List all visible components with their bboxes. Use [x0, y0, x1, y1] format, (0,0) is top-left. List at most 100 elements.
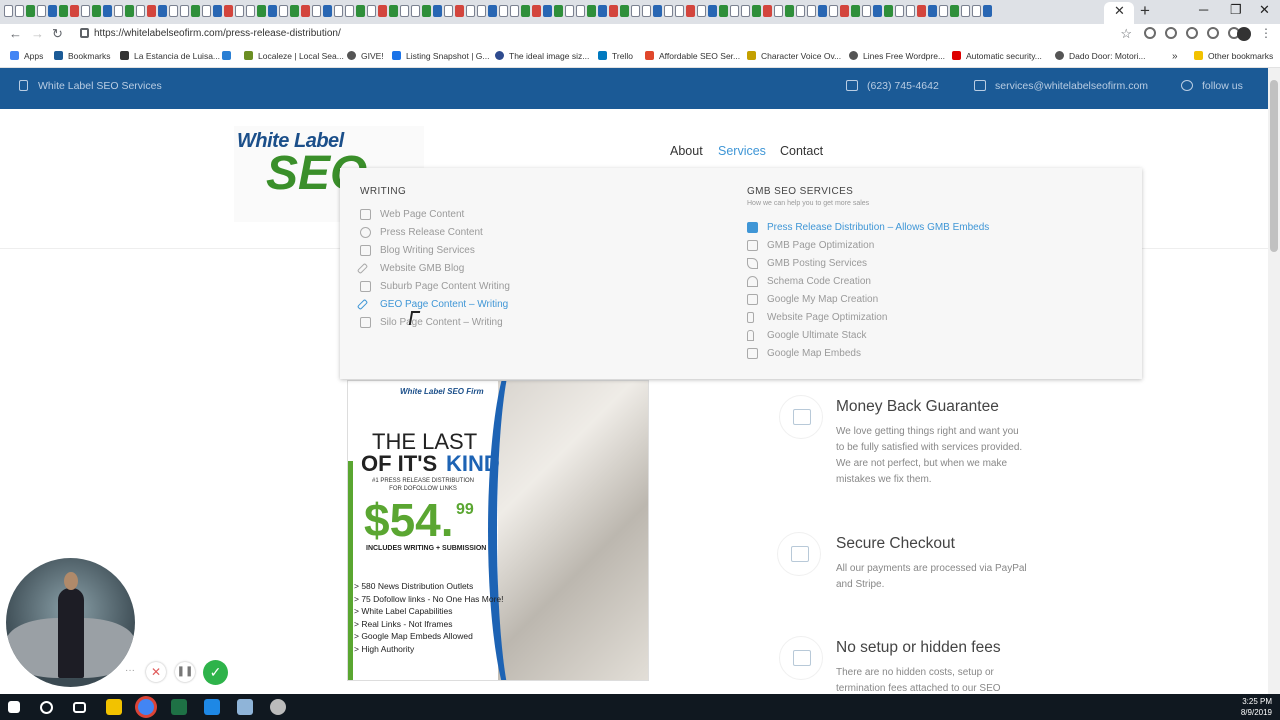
bookmark-affordable-seo[interactable]: Affordable SEO Ser...	[645, 51, 740, 61]
press-release-ad-image: White Label SEO Firm THE LAST OF IT'S KI…	[347, 380, 649, 681]
menu-writing-title: WRITING	[360, 186, 407, 197]
cancel-recording-icon[interactable]: ✕	[146, 662, 166, 682]
ad-headline-2a: OF IT'S	[361, 451, 438, 476]
ad-bullet: > Google Map Embeds Allowed	[354, 631, 473, 641]
more-options-icon[interactable]: ···	[122, 664, 138, 680]
send-icon	[747, 258, 758, 269]
bookmark-ideal-image[interactable]: The ideal image siz...	[495, 51, 589, 61]
url-text[interactable]: https://whitelabelseofirm.com/press-rele…	[94, 28, 341, 39]
bookmark-automatic-security[interactable]: Automatic security...	[952, 51, 1042, 61]
browser-toolbar: ← → ↻ https://whitelabelseofirm.com/pres…	[0, 24, 1280, 46]
notepad-icon[interactable]	[237, 699, 253, 715]
menu-item-google-map-embeds[interactable]: Google Map Embeds	[747, 348, 861, 359]
wifi-icon	[747, 276, 758, 287]
tab-favicons[interactable]	[4, 5, 1104, 19]
nav-services[interactable]: Services	[718, 144, 766, 158]
address-bar[interactable]: https://whitelabelseofirm.com/press-rele…	[74, 25, 1134, 45]
menu-item-geo-page-content[interactable]: GEO Page Content – Writing	[356, 298, 508, 311]
menu-item-google-ultimate-stack[interactable]: Google Ultimate Stack	[747, 330, 867, 341]
menu-item-silo-page-content[interactable]: Silo Page Content – Writing	[360, 317, 503, 328]
sliders-icon	[747, 240, 758, 251]
extension-icons[interactable]	[1144, 27, 1240, 39]
bookmark-character-voice[interactable]: Character Voice Ov...	[747, 51, 841, 61]
layout-icon	[747, 348, 758, 359]
newspaper-icon	[360, 245, 371, 256]
scrollbar-thumb[interactable]	[1270, 80, 1278, 252]
menu-item-schema-code[interactable]: Schema Code Creation	[747, 276, 871, 287]
bookmark-apps[interactable]: Apps	[10, 51, 43, 61]
bookmark-trello[interactable]: Trello	[598, 51, 633, 61]
restore-icon[interactable]: ❐	[1230, 2, 1242, 18]
menu-item-google-my-map[interactable]: Google My Map Creation	[747, 294, 878, 305]
cortana-search-icon[interactable]	[40, 701, 53, 714]
mail-icon	[974, 80, 986, 91]
webcam-overlay	[6, 558, 135, 687]
phone-link[interactable]: (623) 745-4642	[867, 80, 939, 92]
menu-kebab-icon[interactable]: ⋮	[1260, 26, 1272, 40]
flask-icon	[747, 330, 754, 341]
app-icon[interactable]	[270, 699, 286, 715]
chrome-icon[interactable]	[138, 699, 154, 715]
brand-name[interactable]: White Label SEO Services	[38, 80, 162, 92]
nav-about[interactable]: About	[670, 144, 703, 158]
back-icon[interactable]: ←	[9, 26, 22, 41]
bookmark-lines-free[interactable]: Lines Free Wordpre...	[849, 51, 945, 61]
menu-item-blog-writing[interactable]: Blog Writing Services	[360, 245, 475, 256]
profile-avatar-icon[interactable]	[1237, 27, 1251, 41]
megaphone-icon	[747, 222, 758, 233]
ad-bullet: > 580 News Distribution Outlets	[354, 581, 474, 591]
reload-icon[interactable]: ↻	[52, 26, 63, 42]
tools-icon	[779, 636, 823, 680]
new-tab-icon[interactable]: +	[1140, 1, 1150, 21]
wallet-icon	[779, 395, 823, 439]
file-explorer-icon[interactable]	[106, 699, 122, 715]
minimize-icon[interactable]: ─	[1199, 2, 1208, 17]
sitemap-icon	[747, 312, 754, 323]
ad-bullet: > High Authority	[354, 644, 415, 654]
ad-subtitle: #1 PRESS RELEASE DISTRIBUTION FOR DOFOLL…	[371, 478, 475, 492]
menu-item-website-page-optimization[interactable]: Website Page Optimization	[747, 312, 887, 323]
email-link[interactable]: services@whitelabelseofirm.com	[995, 80, 1148, 92]
ruler-pencil-icon	[356, 298, 369, 311]
pause-recording-icon[interactable]: ❚❚	[175, 662, 195, 682]
lock-basket-icon	[777, 532, 821, 576]
bookmarks-overflow-icon[interactable]: »	[1172, 51, 1178, 62]
menu-item-website-gmb-blog[interactable]: Website GMB Blog	[356, 262, 464, 275]
windows-start-icon[interactable]	[8, 701, 20, 713]
ad-price: $54.	[364, 494, 454, 546]
menu-item-suburb-page-content[interactable]: Suburb Page Content Writing	[360, 281, 510, 292]
close-tab-icon[interactable]: ✕	[1114, 3, 1125, 19]
feature-text-money-back: We love getting things right and want yo…	[836, 426, 1023, 485]
bookmark-dc[interactable]	[222, 51, 236, 61]
bookmark-listing-snapshot[interactable]: Listing Snapshot | G...	[392, 51, 489, 61]
bookmark-other[interactable]: Other bookmarks	[1194, 51, 1273, 61]
menu-item-gmb-page-optimization[interactable]: GMB Page Optimization	[747, 240, 874, 251]
chat-icon	[846, 80, 858, 91]
menu-item-web-page-content[interactable]: Web Page Content	[360, 209, 464, 220]
page-scrollbar[interactable]	[1268, 68, 1280, 694]
bookmark-bookmarks[interactable]: Bookmarks	[54, 51, 111, 61]
bookmark-dado-door[interactable]: Dado Door: Motori...	[1055, 51, 1146, 61]
bookmark-la-estancia[interactable]: La Estancia de Luisa...	[120, 51, 220, 61]
system-clock[interactable]: 3:25 PM 8/9/2019	[1241, 696, 1272, 718]
document-icon	[360, 209, 371, 220]
task-view-icon[interactable]	[73, 702, 86, 713]
menu-item-press-release-content[interactable]: Press Release Content	[360, 227, 483, 238]
finish-recording-icon[interactable]: ✓	[203, 660, 228, 685]
site-topbar: White Label SEO Services (623) 745-4642 …	[0, 68, 1268, 109]
forward-icon[interactable]: →	[31, 26, 44, 41]
map-icon	[747, 294, 758, 305]
bookmark-star-icon[interactable]: ☆	[1120, 26, 1132, 42]
menu-item-press-release-distribution[interactable]: Press Release Distribution – Allows GMB …	[747, 222, 989, 233]
bookmark-give[interactable]: GIVE!	[347, 51, 384, 61]
skype-icon[interactable]	[204, 699, 220, 715]
menu-item-gmb-posting[interactable]: GMB Posting Services	[747, 258, 867, 269]
lock-icon	[80, 28, 89, 38]
follow-us-link[interactable]: follow us	[1202, 80, 1243, 92]
feature-text-no-fees: There are no hidden costs, setup or termi…	[836, 667, 1001, 694]
close-window-icon[interactable]: ✕	[1259, 2, 1270, 18]
bookmark-localeze[interactable]: Localeze | Local Sea...	[244, 51, 344, 61]
ad-bullet: > 75 Dofollow links - No One Has More!	[354, 594, 504, 604]
excel-icon[interactable]	[171, 699, 187, 715]
nav-contact[interactable]: Contact	[780, 144, 823, 158]
